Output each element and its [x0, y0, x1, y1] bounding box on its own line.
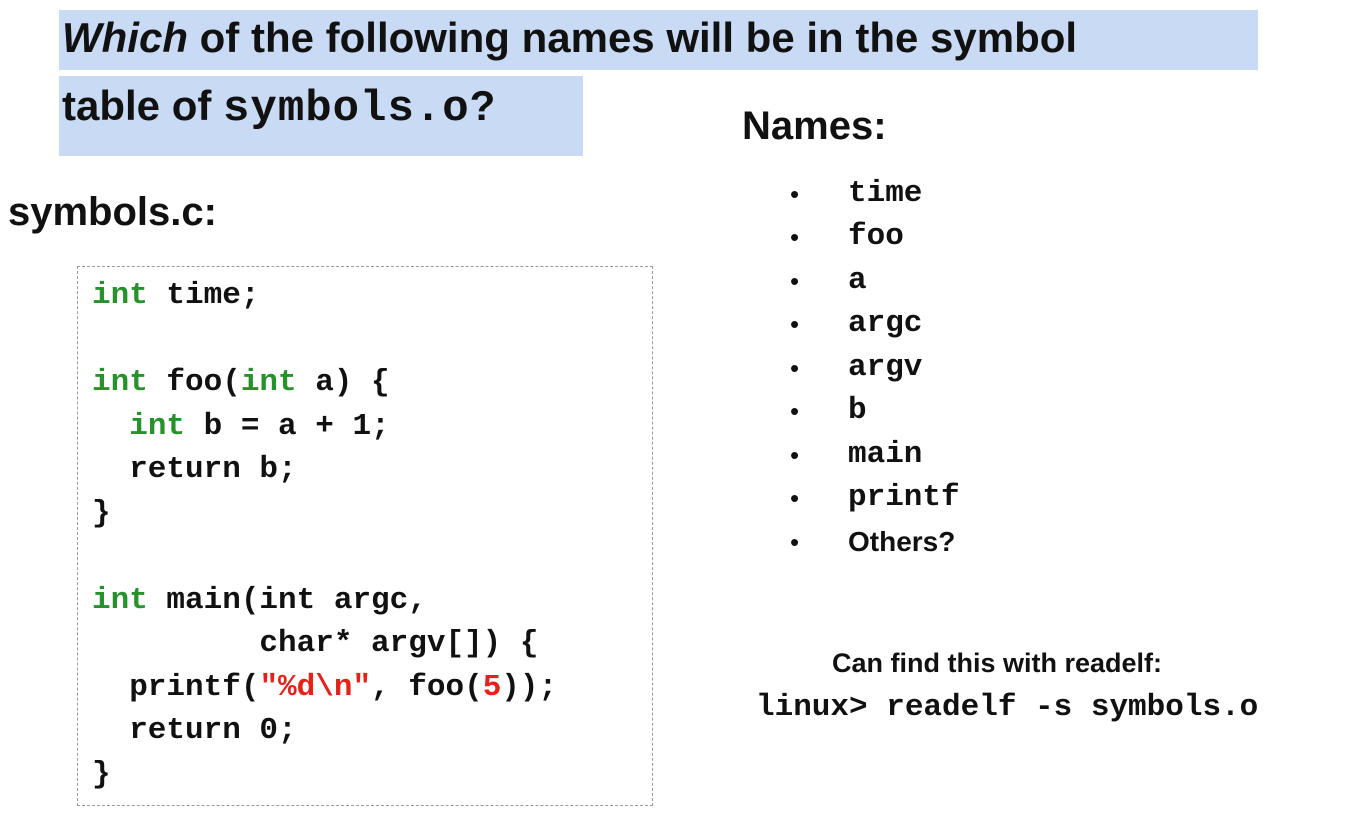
code-keyword: int [92, 365, 148, 400]
code-line-10: printf("%d\n", foo(5)); [92, 670, 557, 706]
code-text: a) { [296, 365, 390, 400]
title-line2-prefix: table of [62, 82, 224, 129]
code-line-1: int time; [92, 278, 259, 314]
bullet-icon: • [790, 179, 800, 209]
bullet-icon: • [790, 483, 800, 513]
title-line1: Which of the following names will be in … [62, 12, 1077, 64]
name-label: argv [848, 350, 923, 385]
code-line-11: return 0; [92, 713, 297, 748]
code-keyword: int [92, 278, 148, 313]
title-italic-word: Which [62, 14, 188, 61]
bullet-icon: • [790, 309, 800, 339]
readelf-caption: Can find this with readelf: [832, 648, 1163, 678]
readelf-command: linux> readelf -s symbols.o [756, 690, 1259, 725]
code-text: time; [147, 278, 260, 313]
bullet-icon: • [790, 396, 800, 426]
bullet-icon: • [790, 266, 800, 296]
code-line-4: int b = a + 1; [92, 409, 390, 445]
code-line-3: int foo(int a) { [92, 365, 390, 401]
code-line-5: return b; [92, 452, 297, 487]
code-text: printf( [92, 670, 260, 705]
name-label: time [848, 176, 923, 211]
code-line-9: char* argv[]) { [92, 626, 539, 661]
name-label: Others? [848, 526, 956, 557]
code-line-6: } [92, 496, 111, 531]
code-text: main(int argc, [147, 583, 427, 618]
title-line1-rest: of the following names will be in the sy… [187, 14, 1078, 61]
names-heading: Names: [742, 104, 887, 148]
name-label: main [848, 437, 923, 472]
title-line2-suffix: ? [469, 82, 496, 129]
code-text: b = a + 1; [185, 409, 390, 444]
bullet-icon: • [790, 353, 800, 383]
code-keyword: int [129, 409, 186, 444]
code-text: )); [501, 670, 558, 705]
source-file-heading: symbols.c: [8, 190, 217, 234]
name-label: argc [848, 306, 923, 341]
name-label: a [848, 263, 867, 298]
code-line-12: } [92, 757, 111, 792]
code-line-8: int main(int argc, [92, 583, 427, 619]
name-label: printf [848, 480, 960, 515]
code-text: foo( [147, 365, 241, 400]
name-label: b [848, 393, 867, 428]
bullet-icon: • [790, 222, 800, 252]
code-keyword: int [92, 583, 148, 618]
bullet-icon: • [790, 440, 800, 470]
title-filename-code: symbols.o [223, 84, 470, 134]
code-number-literal: 5 [482, 670, 502, 705]
code-text: , foo( [371, 670, 483, 705]
bullet-icon: • [790, 527, 800, 557]
code-keyword: int [240, 365, 297, 400]
title-line2: table of symbols.o? [62, 80, 495, 135]
name-label: foo [848, 219, 904, 254]
code-string-literal: "%d\n" [259, 670, 372, 705]
